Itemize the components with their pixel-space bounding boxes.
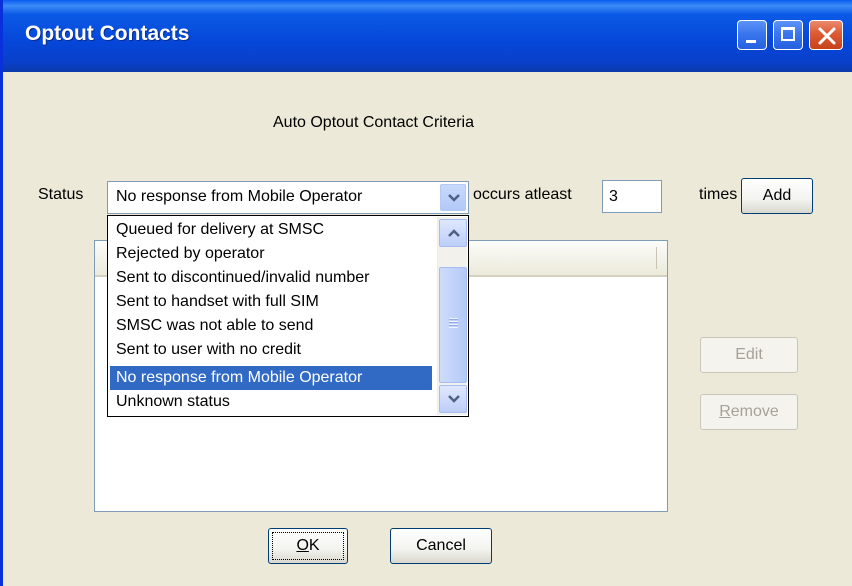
maximize-button[interactable] xyxy=(773,20,803,50)
dropdown-option[interactable]: Sent to user with no credit xyxy=(110,338,432,362)
ok-label-rest: K xyxy=(308,537,320,554)
dropdown-scrollbar[interactable] xyxy=(437,217,467,415)
ok-button[interactable]: OK xyxy=(268,528,348,564)
close-button[interactable] xyxy=(809,20,843,50)
chevron-down-icon xyxy=(448,194,460,202)
remove-button[interactable]: Remove xyxy=(700,394,798,430)
dropdown-option[interactable]: Sent to discontinued/invalid number xyxy=(110,266,432,290)
scroll-thumb[interactable] xyxy=(439,267,467,383)
status-combobox-value: No response from Mobile Operator xyxy=(116,188,363,205)
cancel-button[interactable]: Cancel xyxy=(390,528,492,564)
occurs-label: occurs atleast xyxy=(473,186,572,203)
dropdown-option[interactable]: Sent to handset with full SIM xyxy=(110,290,432,314)
dropdown-option[interactable]: Unknown status xyxy=(110,390,432,414)
chevron-up-icon xyxy=(448,229,460,237)
close-icon xyxy=(818,27,836,45)
column-separator[interactable] xyxy=(656,247,657,269)
status-combobox[interactable]: No response from Mobile Operator xyxy=(107,181,469,214)
remove-label-rest: emove xyxy=(730,403,779,420)
times-label: times xyxy=(699,186,738,203)
dropdown-option[interactable]: Queued for delivery at SMSC xyxy=(110,218,432,242)
status-dropdown-list[interactable]: Queued for delivery at SMSC Rejected by … xyxy=(107,215,469,417)
occurrence-count-input[interactable] xyxy=(602,180,662,213)
status-label: Status xyxy=(38,186,84,203)
scroll-up-button[interactable] xyxy=(439,219,467,247)
title-bar[interactable]: Optout Contacts xyxy=(3,0,852,72)
minimize-button[interactable] xyxy=(737,20,767,50)
dropdown-option[interactable]: SMSC was not able to send xyxy=(110,314,432,338)
dropdown-option[interactable]: Rejected by operator xyxy=(110,242,432,266)
chevron-down-icon xyxy=(448,395,460,403)
ok-label-mnemonic: O xyxy=(296,537,309,554)
add-button[interactable]: Add xyxy=(741,178,813,214)
criteria-heading: Auto Optout Contact Criteria xyxy=(273,114,474,131)
status-combobox-arrow[interactable] xyxy=(440,184,466,211)
remove-label-mnemonic: R xyxy=(719,403,731,420)
window-title: Optout Contacts xyxy=(25,22,190,45)
scroll-down-button[interactable] xyxy=(439,385,467,413)
grip-icon xyxy=(449,318,458,328)
edit-button[interactable]: Edit xyxy=(700,337,798,373)
dialog-window: Optout Contacts Auto Optout Contact Crit… xyxy=(0,0,852,586)
dropdown-option-selected[interactable]: No response from Mobile Operator xyxy=(110,366,432,390)
